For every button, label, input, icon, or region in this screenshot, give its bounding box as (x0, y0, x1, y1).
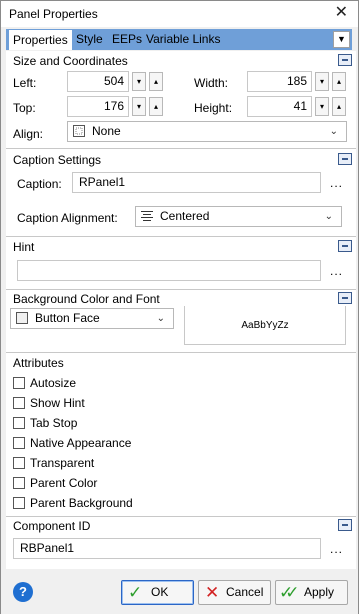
section-title-hint: Hint (13, 240, 35, 254)
checkbox[interactable] (13, 437, 25, 449)
ok-button[interactable]: ✓ OK (121, 580, 194, 605)
color-swatch-icon (16, 312, 28, 324)
divider (6, 236, 356, 237)
height-label: Height: (194, 101, 233, 115)
checkbox-label: Parent Background (30, 496, 133, 510)
height-spin-down[interactable]: ▾ (315, 97, 329, 116)
checkbox[interactable] (13, 417, 25, 429)
left-label: Left: (13, 76, 37, 90)
checkbox-label: Native Appearance (30, 436, 132, 450)
section-title-caption: Caption Settings (13, 153, 102, 167)
align-value: None (92, 124, 121, 138)
collapse-icon[interactable] (338, 54, 352, 66)
width-label: Width: (194, 76, 229, 90)
chevron-down-icon: ⌄ (324, 211, 333, 222)
divider (6, 352, 356, 353)
collapse-icon[interactable] (338, 240, 352, 252)
background-color-select[interactable]: Button Face ⌄ (10, 308, 174, 329)
tab-style[interactable]: Style (76, 29, 103, 50)
tab-bar: Properties Style EEPs Variable Links ▼ (6, 29, 352, 50)
checkbox[interactable] (13, 377, 25, 389)
section-title-background: Background Color and Font (13, 292, 160, 306)
collapse-icon[interactable] (338, 153, 352, 165)
caption-alignment-select[interactable]: Centered ⌄ (135, 206, 342, 227)
section-title-size: Size and Coordinates (13, 54, 128, 68)
close-icon[interactable]: ✕ (335, 4, 348, 22)
background-color-value: Button Face (35, 311, 100, 325)
caption-browse-button[interactable]: ... (330, 176, 343, 190)
title-bar: Panel Properties ✕ (1, 1, 358, 27)
tab-properties[interactable]: Properties (8, 29, 73, 50)
dropdown-arrow-icon[interactable]: ▼ (333, 31, 350, 48)
apply-label: Apply (304, 585, 335, 599)
top-spin-down[interactable]: ▾ (132, 97, 146, 116)
checkbox[interactable] (13, 497, 25, 509)
section-title-component-id: Component ID (13, 519, 91, 533)
cancel-label: Cancel (226, 585, 264, 599)
top-label: Top: (13, 101, 36, 115)
hint-input[interactable] (17, 260, 321, 281)
dialog-footer: ? ✓ OK ✕ Cancel ✓✓ Apply (1, 570, 358, 614)
divider (6, 289, 356, 290)
width-spin-down[interactable]: ▾ (315, 72, 329, 91)
chevron-down-icon: ⌄ (329, 126, 338, 137)
checkbox-label: Tab Stop (30, 416, 78, 430)
checkbox[interactable] (13, 457, 25, 469)
align-select[interactable]: None ⌄ (67, 121, 347, 142)
component-id-input[interactable]: RBPanel1 (13, 538, 321, 559)
collapse-icon[interactable] (338, 292, 352, 304)
width-input[interactable]: 185 (247, 71, 312, 92)
top-input[interactable]: 176 (67, 96, 129, 117)
panel-properties-dialog: Panel Properties ✕ Properties Style EEPs… (0, 0, 359, 614)
cancel-button[interactable]: ✕ Cancel (198, 580, 271, 605)
dialog-title: Panel Properties (9, 7, 98, 21)
width-spin-up[interactable]: ▴ (332, 72, 346, 91)
collapse-icon[interactable] (338, 519, 352, 531)
caption-alignment-label: Caption Alignment: (17, 211, 118, 225)
height-input[interactable]: 41 (247, 96, 312, 117)
checkbox-label: Parent Color (30, 476, 98, 490)
double-check-icon: ✓✓ (279, 583, 299, 602)
left-spin-down[interactable]: ▾ (132, 72, 146, 91)
align-center-icon (141, 211, 153, 221)
top-spin-up[interactable]: ▴ (149, 97, 163, 116)
checkbox-label: Autosize (30, 376, 77, 390)
caption-alignment-value: Centered (160, 209, 210, 223)
align-label: Align: (13, 127, 44, 141)
left-spin-up[interactable]: ▴ (149, 72, 163, 91)
divider (6, 516, 356, 517)
checkbox-label: Transparent (30, 456, 95, 470)
checkbox[interactable] (13, 397, 25, 409)
checkmark-icon: ✓ (128, 583, 143, 602)
tab-eeps[interactable]: EEPs (112, 29, 142, 50)
height-spin-up[interactable]: ▴ (332, 97, 346, 116)
hint-browse-button[interactable]: ... (330, 264, 343, 278)
ok-label: OK (151, 585, 169, 599)
caption-input[interactable]: RPanel1 (72, 172, 321, 193)
properties-panel: Size and Coordinates Left: 504 ▾ ▴ Width… (6, 51, 356, 569)
x-icon: ✕ (205, 583, 220, 602)
left-input[interactable]: 504 (67, 71, 129, 92)
checkbox[interactable] (13, 477, 25, 489)
help-icon[interactable]: ? (13, 582, 33, 602)
caption-label: Caption: (17, 177, 62, 191)
chevron-down-icon: ⌄ (156, 313, 165, 324)
section-title-attributes: Attributes (13, 356, 64, 370)
tab-variable-links[interactable]: Variable Links (146, 29, 220, 50)
checkbox-label: Show Hint (30, 396, 85, 410)
divider (6, 148, 356, 149)
align-none-icon (73, 125, 85, 137)
apply-button[interactable]: ✓✓ Apply (275, 580, 348, 605)
font-preview[interactable]: AaBbYyZz (184, 306, 346, 345)
component-id-browse-button[interactable]: ... (330, 542, 343, 556)
